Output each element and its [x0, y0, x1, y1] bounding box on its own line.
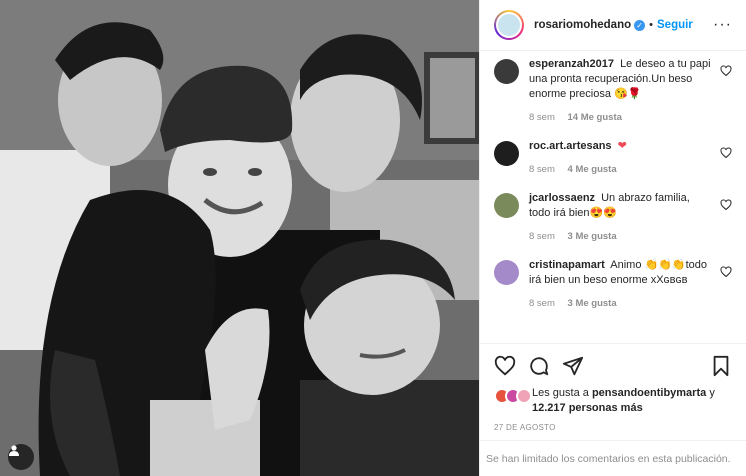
comment-time[interactable]: 8 sem [529, 112, 555, 123]
user-tag-button[interactable] [8, 444, 34, 470]
comment-meta: 8 sem 4 Me gusta [529, 164, 714, 175]
comments-list: esperanzah2017 Le deseo a tu papi una pr… [480, 51, 746, 343]
comment-item: cristinapamart Animo 👏👏👏todo irá bien un… [494, 258, 732, 309]
comment-time[interactable]: 8 sem [529, 231, 555, 242]
comment-text-block: roc.art.artesans ❤ [529, 139, 714, 154]
comment-username[interactable]: esperanzah2017 [529, 58, 614, 70]
share-icon[interactable] [562, 355, 584, 377]
comment-time[interactable]: 8 sem [529, 164, 555, 175]
comment-avatar[interactable] [494, 141, 519, 166]
comment-username[interactable]: cristinapamart [529, 259, 605, 271]
comment-heart-icon[interactable] [720, 147, 732, 159]
action-icon-row [494, 354, 732, 378]
likes-prefix: Les gusta a [532, 387, 589, 399]
comment-time[interactable]: 8 sem [529, 298, 555, 309]
comment-heart-icon[interactable] [720, 266, 732, 278]
user-tag-icon [9, 445, 19, 456]
comment-likes[interactable]: 4 Me gusta [568, 164, 617, 175]
post-date[interactable]: 27 DE AGOSTO [494, 423, 732, 432]
instagram-post: rosariomohedano ✓ • Seguir ··· esperanza… [0, 0, 746, 476]
author-avatar[interactable] [494, 10, 524, 40]
post-side-panel: rosariomohedano ✓ • Seguir ··· esperanza… [479, 0, 746, 476]
post-header: rosariomohedano ✓ • Seguir ··· [480, 0, 746, 51]
photo-illustration [0, 0, 479, 476]
comment-text-block: esperanzah2017 Le deseo a tu papi una pr… [529, 57, 714, 102]
liker-avatars[interactable] [494, 388, 532, 404]
comment-likes[interactable]: 3 Me gusta [568, 298, 617, 309]
comment-text-block: jcarlossaenz Un abrazo familia, todo irá… [529, 191, 714, 221]
post-photo[interactable] [0, 0, 479, 476]
likes-count[interactable]: 12.217 personas más [532, 402, 643, 414]
comment-heart-icon[interactable] [720, 199, 732, 211]
comment-username[interactable]: roc.art.artesans [529, 140, 612, 152]
verified-badge-icon: ✓ [634, 19, 646, 31]
comments-limited-notice: Se han limitado los comentarios en esta … [480, 440, 746, 476]
comment-avatar[interactable] [494, 193, 519, 218]
comment-item: esperanzah2017 Le deseo a tu papi una pr… [494, 57, 732, 123]
header-separator: • [649, 19, 653, 31]
comment-meta: 8 sem 3 Me gusta [529, 231, 714, 242]
likes-connector: y [709, 387, 715, 399]
comment-avatar[interactable] [494, 59, 519, 84]
comment-meta: 8 sem 14 Me gusta [529, 112, 714, 123]
likes-text: Les gusta a pensandoentibymarta y 12.217… [532, 386, 732, 416]
comment-text-block: cristinapamart Animo 👏👏👏todo irá bien un… [529, 258, 714, 288]
liker-avatar [516, 388, 532, 404]
bookmark-icon[interactable] [710, 355, 732, 377]
comment-heart-icon[interactable] [720, 65, 732, 77]
comment-item: jcarlossaenz Un abrazo familia, todo irá… [494, 191, 732, 242]
comment-username[interactable]: jcarlossaenz [529, 192, 595, 204]
likes-summary: Les gusta a pensandoentibymarta y 12.217… [494, 386, 732, 416]
comment-text: ❤ [617, 140, 627, 152]
heart-icon[interactable] [494, 355, 516, 377]
author-username[interactable]: rosariomohedano [534, 19, 631, 31]
comment-likes[interactable]: 3 Me gusta [568, 231, 617, 242]
comment-item: roc.art.artesans ❤ 8 sem 4 Me gusta [494, 139, 732, 175]
liker-username[interactable]: pensandoentibymarta [592, 387, 706, 399]
comment-avatar[interactable] [494, 260, 519, 285]
more-options-icon[interactable]: ··· [713, 17, 732, 33]
follow-button[interactable]: Seguir [657, 19, 693, 31]
comment-likes[interactable]: 14 Me gusta [568, 112, 622, 123]
comment-icon[interactable] [528, 355, 550, 377]
comment-meta: 8 sem 3 Me gusta [529, 298, 714, 309]
post-actions: Les gusta a pensandoentibymarta y 12.217… [480, 343, 746, 432]
